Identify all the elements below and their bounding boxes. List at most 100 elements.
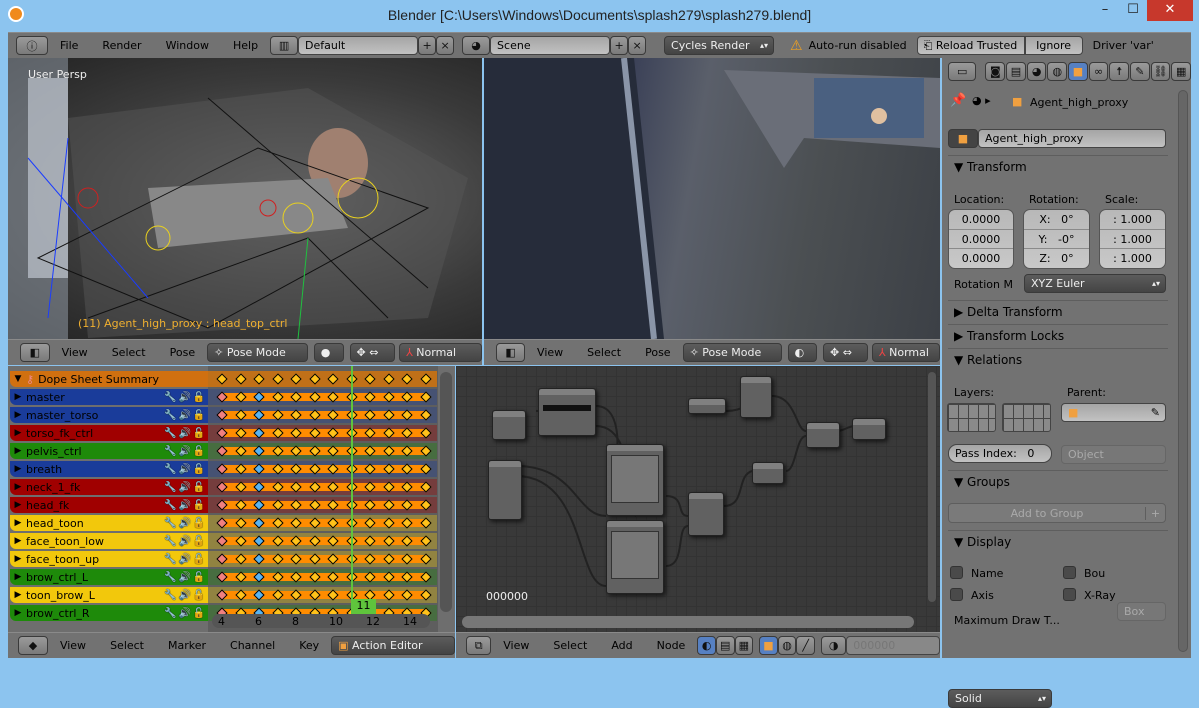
- scale-y[interactable]: : 1.000: [1100, 230, 1165, 250]
- curves-node[interactable]: [606, 444, 664, 516]
- panel-transform-locks[interactable]: ▶ Transform Locks: [948, 324, 1168, 347]
- properties-scrollbar[interactable]: [1178, 90, 1188, 652]
- location-x[interactable]: 0.0000: [949, 210, 1013, 230]
- menu-channel[interactable]: Channel: [218, 639, 287, 652]
- channel-toggle-icons[interactable]: 🔧🔊🔓: [164, 392, 208, 403]
- screen-layout-field[interactable]: Default: [298, 36, 419, 55]
- channel-master-torso[interactable]: ▶ master_torso 🔧🔊🔓: [10, 407, 208, 423]
- menu-view[interactable]: View: [491, 639, 541, 652]
- layers-grid-2[interactable]: [1002, 403, 1051, 432]
- add-to-group-button[interactable]: Add to Group +: [948, 503, 1166, 523]
- menu-select[interactable]: Select: [100, 346, 158, 359]
- channel-neck-1-fk[interactable]: ▶ neck_1_fk 🔧🔊🔓: [10, 479, 208, 495]
- material-icon[interactable]: ◑: [820, 636, 847, 655]
- menu-pose[interactable]: Pose: [158, 346, 207, 359]
- shader-nodes-icon[interactable]: ◐: [697, 636, 716, 655]
- render-layers-tab-icon[interactable]: ▤: [1006, 61, 1026, 81]
- bounds-type-dropdown[interactable]: Box: [1117, 602, 1166, 621]
- render-engine-dropdown[interactable]: Cycles Render ▴▾: [664, 36, 775, 55]
- node[interactable]: [688, 492, 724, 536]
- node[interactable]: [852, 418, 886, 440]
- world-shader-icon[interactable]: ◍: [777, 636, 797, 655]
- ignore-button[interactable]: Ignore: [1024, 36, 1083, 55]
- channel-toggle-icons[interactable]: 🔧🔊🔓: [164, 590, 208, 601]
- menu-key[interactable]: Key: [287, 639, 331, 652]
- menu-select[interactable]: Select: [575, 346, 633, 359]
- channel-face-toon-low[interactable]: ▶ face_toon_low 🔧🔊🔓: [10, 533, 208, 549]
- layers-grid-1[interactable]: [947, 403, 996, 432]
- max-draw-type-dropdown[interactable]: Solid ▴▾: [948, 689, 1052, 708]
- channel-breath[interactable]: ▶ breath 🔧🔊🔓: [10, 461, 208, 477]
- bone-pose-tab-icon[interactable]: ☨: [1109, 61, 1130, 81]
- material-field[interactable]: 000000: [846, 636, 940, 655]
- node-vscrollbar[interactable]: [928, 372, 936, 602]
- menu-select[interactable]: Select: [541, 639, 599, 652]
- menu-pose[interactable]: Pose: [633, 346, 682, 359]
- node[interactable]: [488, 460, 522, 520]
- axis-checkbox[interactable]: [950, 588, 963, 601]
- name-checkbox[interactable]: [950, 566, 963, 579]
- pivot-dropdown[interactable]: ✥ ⇔: [349, 343, 396, 362]
- channel-torso-fk-ctrl[interactable]: ▶ torso_fk_ctrl 🔧🔊🔓: [10, 425, 208, 441]
- menu-marker[interactable]: Marker: [156, 639, 218, 652]
- mode-dropdown[interactable]: ✧ Pose Mode: [207, 343, 308, 362]
- channel-toggle-icons[interactable]: 🔧🔊🔓: [164, 446, 208, 457]
- location-y[interactable]: 0.0000: [949, 230, 1013, 250]
- channel-pelvis-ctrl[interactable]: ▶ pelvis_ctrl 🔧🔊🔓: [10, 443, 208, 459]
- orientation-dropdown[interactable]: ⅄ Normal: [399, 343, 482, 362]
- current-frame-indicator[interactable]: 11: [351, 599, 376, 614]
- rotation-x[interactable]: X: 0°: [1024, 210, 1089, 230]
- panel-relations-header[interactable]: ▼ Relations: [948, 348, 1168, 371]
- maximize-button[interactable]: ☐: [1118, 0, 1148, 21]
- bone-constraints-tab-icon[interactable]: ⛓: [1150, 61, 1171, 81]
- menu-select[interactable]: Select: [98, 639, 156, 652]
- channel-toon-brow-L[interactable]: ▶ toon_brow_L 🔧🔊🔓: [10, 587, 208, 603]
- editor-type-3dview-icon[interactable]: ◧: [496, 343, 526, 362]
- texture-tab-icon[interactable]: ▦: [1171, 61, 1192, 81]
- menu-render[interactable]: Render: [90, 39, 153, 52]
- rotation-y[interactable]: Y: -0°: [1024, 230, 1089, 250]
- close-button[interactable]: ✕: [1147, 0, 1193, 21]
- node[interactable]: [688, 398, 726, 414]
- channel-toggle-icons[interactable]: 🔧🔊🔓: [164, 536, 208, 547]
- orientation-dropdown[interactable]: ⅄ Normal: [871, 343, 940, 362]
- viewport-right[interactable]: [484, 58, 940, 339]
- channel-toggle-icons[interactable]: 🔧🔊🔓: [164, 608, 208, 619]
- delete-screen-button[interactable]: ×: [436, 36, 455, 55]
- add-scene-button[interactable]: +: [610, 36, 629, 55]
- object-shader-icon[interactable]: ■: [759, 636, 778, 655]
- rotation-mode-dropdown[interactable]: XYZ Euler ▴▾: [1024, 274, 1166, 293]
- scale-x[interactable]: : 1.000: [1100, 210, 1165, 230]
- rotation-fields[interactable]: X: 0° Y: -0° Z: 0°: [1023, 209, 1090, 269]
- viewport-left[interactable]: User Persp (11) Agent_high_proxy : head_…: [8, 58, 482, 339]
- menu-node[interactable]: Node: [645, 639, 698, 652]
- world-tab-icon[interactable]: ◍: [1047, 61, 1068, 81]
- node-editor[interactable]: 000000: [456, 366, 940, 632]
- node[interactable]: [752, 462, 784, 484]
- linestyle-icon[interactable]: ╱: [796, 636, 815, 655]
- object-tab-icon[interactable]: ■: [1068, 61, 1088, 81]
- parent-type-dropdown[interactable]: Object: [1061, 445, 1166, 464]
- channel-brow-ctrl-R[interactable]: ▶ brow_ctrl_R 🔧🔊🔓: [10, 605, 208, 621]
- shading-dropdown[interactable]: ◐: [787, 343, 818, 362]
- add-screen-button[interactable]: +: [418, 36, 437, 55]
- xray-checkbox[interactable]: [1063, 588, 1076, 601]
- frame-scrollbar[interactable]: [212, 614, 430, 628]
- channel-master[interactable]: ▶ master 🔧🔊🔓: [10, 389, 208, 405]
- texture-nodes-icon[interactable]: ▦: [734, 636, 754, 655]
- channel-brow-ctrl-L[interactable]: ▶ brow_ctrl_L 🔧🔊🔓: [10, 569, 208, 585]
- panel-delta-transform[interactable]: ▶ Delta Transform: [948, 300, 1168, 323]
- bone-tab-icon[interactable]: ✎: [1130, 61, 1150, 81]
- channel-head-fk[interactable]: ▶ head_fk 🔧🔊🔓: [10, 497, 208, 513]
- node[interactable]: [806, 422, 840, 448]
- compositing-nodes-icon[interactable]: ▤: [715, 636, 735, 655]
- channel-toggle-icons[interactable]: 🔧🔊🔓: [164, 500, 208, 511]
- panel-groups-header[interactable]: ▼ Groups: [948, 470, 1168, 493]
- scale-fields[interactable]: : 1.000 : 1.000 : 1.000: [1099, 209, 1166, 269]
- dopesheet-mode-dropdown[interactable]: ▣ Action Editor: [331, 636, 455, 655]
- channel-toggle-icons[interactable]: 🔧🔊🔓: [164, 482, 208, 493]
- scene-tab-icon[interactable]: ◕: [1026, 61, 1047, 81]
- delete-scene-button[interactable]: ×: [628, 36, 647, 55]
- render-tab-icon[interactable]: ◙: [985, 61, 1006, 81]
- channel-toggle-icons[interactable]: 🔧🔊🔓: [164, 518, 208, 529]
